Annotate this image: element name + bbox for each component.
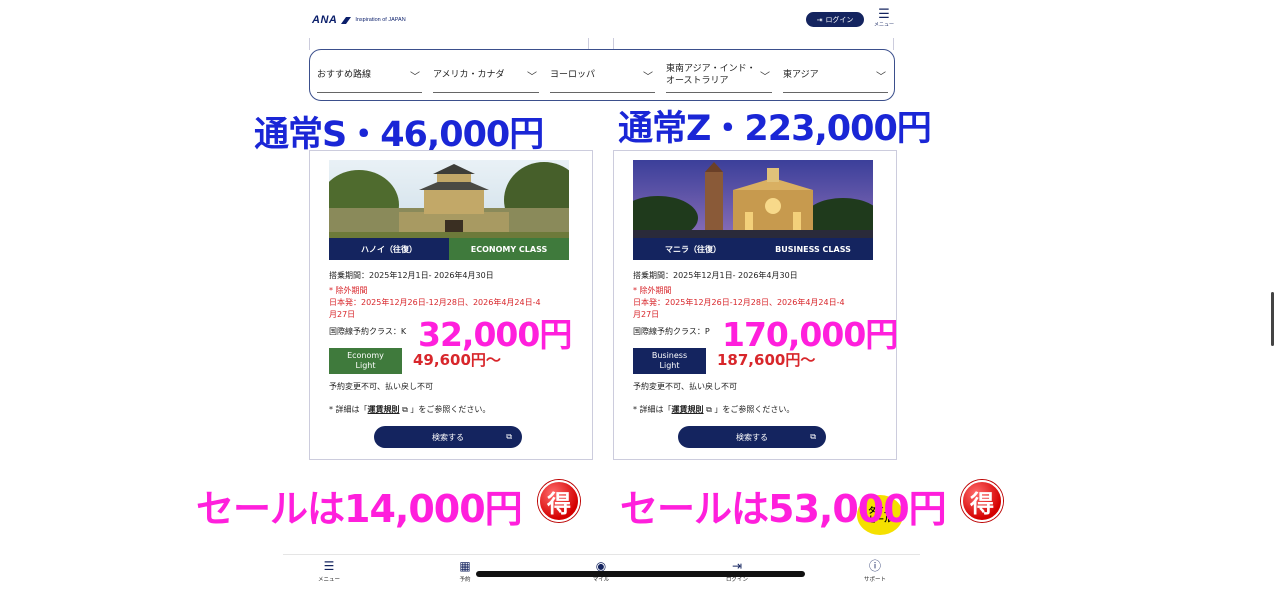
fare-card-manila: マニラ（往復） BUSINESS CLASS 搭乗期間：2025年12月1日- … <box>613 150 897 460</box>
fare-banner: ハノイ（往復） ECONOMY CLASS <box>329 238 569 260</box>
fare-type-badge: Economy Light <box>329 348 402 374</box>
external-link-icon: ⧉ <box>402 405 408 414</box>
fare-card-hanoi: ハノイ（往復） ECONOMY CLASS 搭乗期間：2025年12月1日- 2… <box>309 150 593 460</box>
region-select-southeast-asia[interactable]: 東南アジア・インド・オーストラリア ﹀ <box>666 58 772 93</box>
fare-type-line2: Light <box>355 361 376 370</box>
fare-rules-link[interactable]: 運賃規則 <box>368 405 400 414</box>
brand-name: ANA <box>312 14 338 26</box>
nav-label: メニュー <box>317 577 340 583</box>
fare-rules-note: * 詳細は「運賃規則 ⧉ 」をご参照ください。 <box>329 404 490 415</box>
region-select-recommended[interactable]: おすすめ路線 ﹀ <box>317 58 422 93</box>
login-label: ログイン <box>825 15 854 24</box>
fare-type-line2: Light <box>659 361 680 370</box>
search-label: 検索する <box>736 432 768 442</box>
nav-label: サポート <box>863 577 886 583</box>
fare-type-line1: Economy <box>347 351 384 360</box>
login-icon: ⇥ <box>816 15 823 24</box>
booking-class: 国際線予約クラス：P <box>633 327 710 336</box>
menu-icon: ☰ <box>323 559 335 573</box>
region-label: ヨーロッパ <box>550 70 596 80</box>
search-button[interactable]: 検索する ⧉ <box>678 426 826 448</box>
annotation-regular-fare-right: 通常Z・223,000円 <box>618 109 932 149</box>
ana-wing-icon <box>341 16 352 24</box>
region-select-america[interactable]: アメリカ・カナダ ﹀ <box>433 58 539 93</box>
region-label: アメリカ・カナダ <box>433 70 505 80</box>
exclusion-dates-cont: 月27日 <box>329 310 356 319</box>
external-link-icon: ⧉ <box>506 432 512 441</box>
note-suffix: 」をご参照ください。 <box>714 405 795 414</box>
route-city: マニラ（往復） <box>633 238 753 260</box>
search-button[interactable]: 検索する ⧉ <box>374 426 522 448</box>
annotation-sale-left: セールは14,000円 <box>196 487 523 531</box>
region-label: 東アジア <box>783 70 819 80</box>
region-label: 東南アジア・インド・オーストラリア <box>666 64 756 86</box>
note-prefix: * 詳細は「 <box>633 405 672 414</box>
booking-class: 国際線予約クラス：K <box>329 327 407 336</box>
hanoi-photo <box>329 160 569 238</box>
chevron-down-icon: ﹀ <box>760 71 770 83</box>
hamburger-icon: ☰ <box>878 7 890 22</box>
travel-period: 搭乗期間：2025年12月1日- 2026年4月30日 <box>329 271 494 280</box>
menu-label: メニュー <box>874 22 895 28</box>
exclusion-title: * 除外期間 <box>633 286 672 295</box>
region-filter-bar: おすすめ路線 ﹀ アメリカ・カナダ ﹀ ヨーロッパ ﹀ 東南アジア・インド・オー… <box>309 49 895 101</box>
chevron-down-icon: ﹀ <box>527 71 537 83</box>
fare-conditions: 予約変更不可、払い戻し不可 <box>633 382 737 391</box>
fare-rules-link[interactable]: 運賃規則 <box>672 405 704 414</box>
menu-button[interactable]: ☰ メニュー <box>874 8 894 28</box>
manila-photo <box>633 160 873 238</box>
note-suffix: 」をご参照ください。 <box>410 405 491 414</box>
chevron-down-icon: ﹀ <box>876 71 886 83</box>
annotation-diff-left: 32,000円 <box>418 315 572 354</box>
ana-logo[interactable]: ANA Inspiration of JAPAN <box>312 14 406 26</box>
note-prefix: * 詳細は「 <box>329 405 368 414</box>
cabin-class: ECONOMY CLASS <box>449 238 569 260</box>
region-select-east-asia[interactable]: 東アジア ﹀ <box>783 58 888 93</box>
brand-tagline: Inspiration of JAPAN <box>355 17 406 23</box>
fare-rules-note: * 詳細は「運賃規則 ⧉ 」をご参照ください。 <box>633 404 794 415</box>
route-city: ハノイ（往復） <box>329 238 449 260</box>
fare-type-line1: Business <box>651 351 688 360</box>
external-link-icon: ⧉ <box>706 405 712 414</box>
toku-badge-left: 得 <box>538 480 580 522</box>
scrollbar[interactable] <box>1271 292 1274 346</box>
external-link-icon: ⧉ <box>810 432 816 441</box>
home-indicator[interactable] <box>476 571 805 577</box>
exclusion-dates: 日本発：2025年12月26日-12月28日、2026年4月24日-4 <box>329 298 541 307</box>
toku-badge-right: 得 <box>961 480 1003 522</box>
fare-conditions: 予約変更不可、払い戻し不可 <box>329 382 433 391</box>
exclusion-dates: 日本発：2025年12月26日-12月28日、2026年4月24日-4 <box>633 298 845 307</box>
nav-menu[interactable]: ☰ メニュー <box>309 559 349 583</box>
exclusion-dates-cont: 月27日 <box>633 310 660 319</box>
help-icon: ⓘ <box>868 559 881 573</box>
search-label: 検索する <box>432 432 464 442</box>
annotation-diff-right: 170,000円 <box>722 315 898 354</box>
exclusion-title: * 除外期間 <box>329 286 368 295</box>
nav-support[interactable]: ⓘ サポート <box>855 559 895 583</box>
region-label: おすすめ路線 <box>317 70 372 80</box>
login-button[interactable]: ⇥ ログイン <box>806 12 864 27</box>
cabin-class: BUSINESS CLASS <box>753 238 873 260</box>
fare-type-badge: Business Light <box>633 348 706 374</box>
chevron-down-icon: ﹀ <box>643 71 653 83</box>
fare-banner: マニラ（往復） BUSINESS CLASS <box>633 238 873 260</box>
region-select-europe[interactable]: ヨーロッパ ﹀ <box>550 58 655 93</box>
annotation-sale-right: セールは53,000円 <box>620 487 947 531</box>
chevron-down-icon: ﹀ <box>410 71 420 83</box>
travel-period: 搭乗期間：2025年12月1日- 2026年4月30日 <box>633 271 798 280</box>
